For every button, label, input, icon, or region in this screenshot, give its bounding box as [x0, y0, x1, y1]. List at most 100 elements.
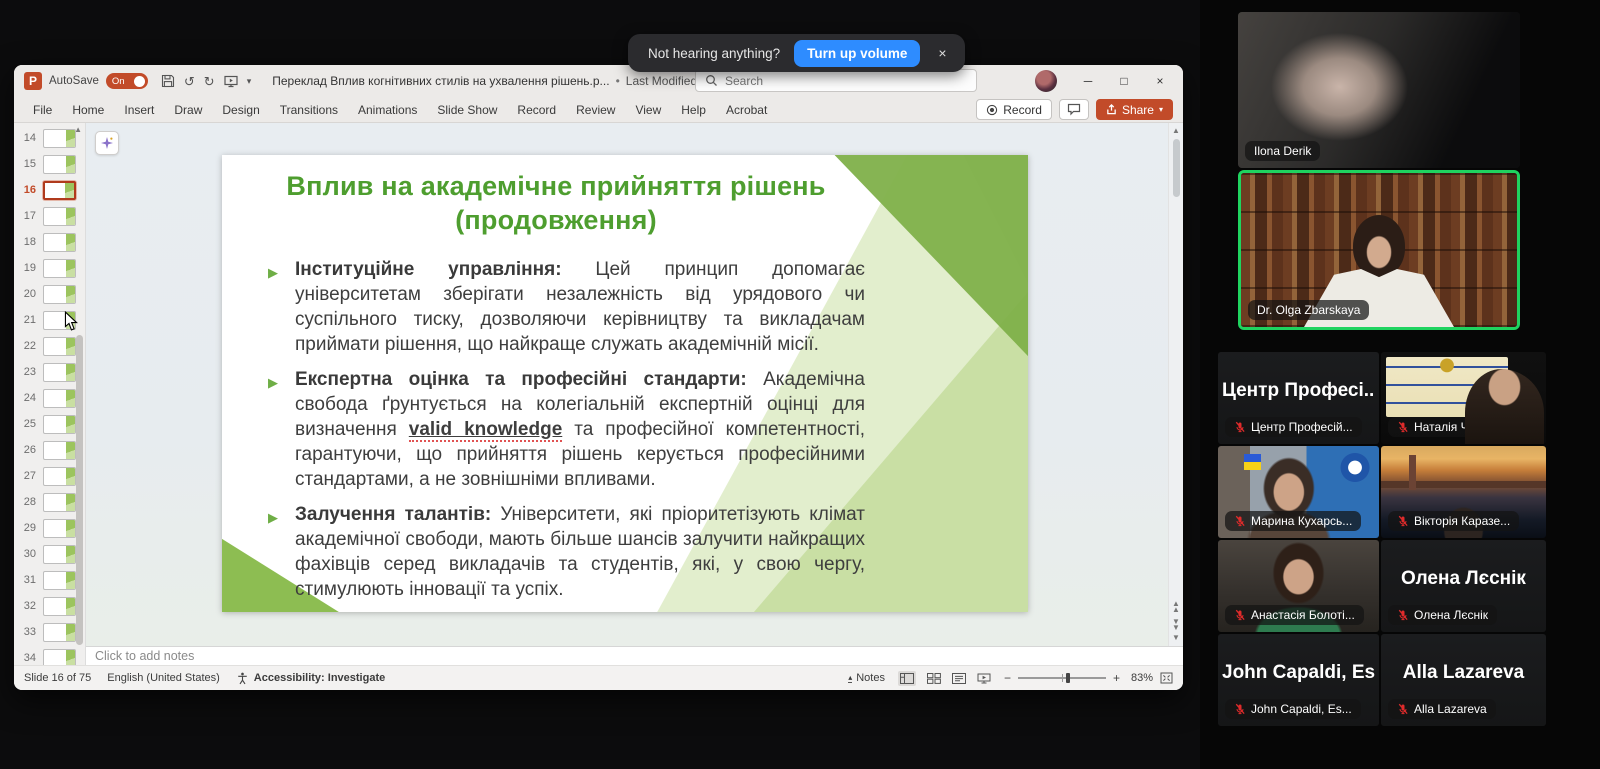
zoom-slider[interactable] [1018, 677, 1106, 679]
scrollbar-thumb[interactable] [1173, 139, 1180, 197]
designer-sparkle-button[interactable] [95, 131, 119, 155]
close-button[interactable]: × [1143, 67, 1177, 95]
notes-bar[interactable]: Click to add notes [86, 646, 1183, 665]
slide-thumbnail-16[interactable]: 16 [14, 177, 85, 203]
zoom-percentage[interactable]: 83% [1127, 672, 1153, 684]
participant-name: Alla Lazareva [1414, 702, 1487, 716]
slide-thumbnail-19[interactable]: 19 [14, 255, 85, 281]
autosave-toggle[interactable]: On [106, 73, 148, 89]
reading-view-button[interactable] [952, 673, 966, 684]
ribbon-tab-record[interactable]: Record [508, 99, 565, 121]
minimize-button[interactable]: ─ [1071, 67, 1105, 95]
search-box[interactable]: Search [695, 69, 977, 92]
save-icon[interactable] [161, 74, 175, 88]
slide-thumbnail-20[interactable]: 20 [14, 281, 85, 307]
slide-thumbnail-30[interactable]: 30 [14, 541, 85, 567]
slide-thumbnail-22[interactable]: 22 [14, 333, 85, 359]
thumbnail-panel-scrollbar[interactable] [76, 335, 83, 645]
speaker-tile-olga-active[interactable]: Dr. Olga Zbarskaya [1238, 170, 1520, 330]
slide-bullet-1: ▶Інституційне управління: Цей принцип до… [268, 257, 865, 357]
participant-tile[interactable]: Марина Кухарсь... [1218, 446, 1379, 538]
scroll-down-icon[interactable]: ▼ [1172, 633, 1180, 642]
slide-thumbnail-33[interactable]: 33 [14, 619, 85, 645]
redo-icon[interactable]: ↻ [204, 75, 215, 88]
participant-name: Dr. Olga Zbarskaya [1257, 303, 1360, 317]
slide-thumbnail-17[interactable]: 17 [14, 203, 85, 229]
next-slide-button[interactable]: ▼▼ [1172, 618, 1180, 630]
undo-icon[interactable]: ↺ [184, 75, 195, 88]
slide-thumbnail-21[interactable]: 21 [14, 307, 85, 333]
ribbon-tab-review[interactable]: Review [567, 99, 624, 121]
slide-thumbnail-preview [43, 285, 76, 304]
slide-number: 15 [20, 158, 36, 170]
share-button[interactable]: Share ▾ [1096, 99, 1173, 120]
ribbon-tab-draw[interactable]: Draw [165, 99, 211, 121]
participant-tile[interactable]: Вікторія Каразе... [1381, 446, 1546, 538]
participant-tile[interactable]: Анастасія Болоті... [1218, 540, 1379, 632]
participant-tile[interactable]: Наталія Чернен... [1381, 352, 1546, 444]
normal-view-button[interactable] [898, 671, 916, 686]
ribbon-tab-acrobat[interactable]: Acrobat [717, 99, 776, 121]
zoom-slider-thumb[interactable] [1066, 673, 1070, 683]
slide-thumbnail-24[interactable]: 24 [14, 385, 85, 411]
slide-body-text[interactable]: ▶Інституційне управління: Цей принцип до… [268, 257, 865, 612]
zoom-out-button[interactable]: − [1004, 671, 1011, 685]
ribbon-tab-insert[interactable]: Insert [115, 99, 163, 121]
slideshow-view-button[interactable] [977, 673, 991, 684]
slide-thumbnail-31[interactable]: 31 [14, 567, 85, 593]
slide-thumbnail-32[interactable]: 32 [14, 593, 85, 619]
toast-close-icon[interactable]: × [934, 43, 950, 63]
language-indicator[interactable]: English (United States) [107, 672, 220, 684]
slide-canvas[interactable]: Вплив на академічне прийняття рішень (пр… [222, 155, 1028, 612]
record-button[interactable]: Record [976, 99, 1052, 120]
slide-thumbnail-26[interactable]: 26 [14, 437, 85, 463]
slide-thumbnail-27[interactable]: 27 [14, 463, 85, 489]
slide-thumbnail-15[interactable]: 15 [14, 151, 85, 177]
participant-tile[interactable]: Олена ЛєснікОлена Лєснік [1381, 540, 1546, 632]
status-bar: Slide 16 of 75 English (United States) A… [14, 665, 1183, 690]
slide-thumbnail-preview [43, 571, 76, 590]
maximize-button[interactable]: □ [1107, 67, 1141, 95]
ribbon-tab-help[interactable]: Help [672, 99, 715, 121]
speaker-tile-ilona[interactable]: Ilona Derik [1238, 12, 1520, 168]
fit-slide-button[interactable] [1160, 672, 1173, 684]
ribbon-tab-file[interactable]: File [24, 99, 61, 121]
slide-thumbnail-18[interactable]: 18 [14, 229, 85, 255]
ribbon-tab-slide-show[interactable]: Slide Show [428, 99, 506, 121]
slide-bullet-3: ▶Залучення талантів: Університети, які п… [268, 502, 865, 602]
participant-tile[interactable]: Alla LazarevaAlla Lazareva [1381, 634, 1546, 726]
notes-toggle-button[interactable]: ▴ Notes [848, 672, 885, 684]
slide-number: 29 [20, 522, 36, 534]
slide-thumbnail-23[interactable]: 23 [14, 359, 85, 385]
slide-number: 32 [20, 600, 36, 612]
ribbon-tab-view[interactable]: View [626, 99, 670, 121]
ribbon-tab-transitions[interactable]: Transitions [271, 99, 347, 121]
slide-number: 31 [20, 574, 36, 586]
user-avatar[interactable] [1035, 70, 1057, 92]
previous-slide-button[interactable]: ▲▲ [1172, 600, 1180, 612]
slide-sorter-view-button[interactable] [927, 673, 941, 684]
slide-thumbnail-preview [43, 363, 76, 382]
participant-tile[interactable]: Центр Професі...Центр Професій... [1218, 352, 1379, 444]
ribbon-tab-animations[interactable]: Animations [349, 99, 426, 121]
slide-title[interactable]: Вплив на академічне прийняття рішень (пр… [236, 169, 876, 237]
participant-name: Вікторія Каразе... [1414, 514, 1510, 528]
turn-up-volume-button[interactable]: Turn up volume [794, 40, 920, 67]
participant-tile[interactable]: John Capaldi, Es...John Capaldi, Es... [1218, 634, 1379, 726]
start-slideshow-icon[interactable] [224, 75, 238, 88]
zoom-in-button[interactable]: + [1113, 671, 1120, 685]
quick-access-chevron-icon[interactable]: ▾ [247, 77, 252, 86]
comments-button[interactable] [1059, 99, 1089, 120]
slide-thumbnail-29[interactable]: 29 [14, 515, 85, 541]
ribbon-tab-home[interactable]: Home [63, 99, 113, 121]
accessibility-status[interactable]: Accessibility: Investigate [236, 672, 385, 685]
slide-thumbnail-14[interactable]: 14 [14, 125, 85, 151]
accessibility-icon [236, 672, 249, 685]
slide-thumbnail-25[interactable]: 25 [14, 411, 85, 437]
slide-thumbnail-28[interactable]: 28 [14, 489, 85, 515]
ribbon-tab-design[interactable]: Design [213, 99, 268, 121]
editor-scrollbar[interactable]: ▲ ▲▲ ▼▼ ▼ [1168, 123, 1183, 646]
slide-thumbnail-34[interactable]: 34 [14, 645, 85, 665]
slide-indicator[interactable]: Slide 16 of 75 [24, 672, 91, 684]
scroll-up-icon[interactable]: ▲ [1172, 126, 1180, 135]
